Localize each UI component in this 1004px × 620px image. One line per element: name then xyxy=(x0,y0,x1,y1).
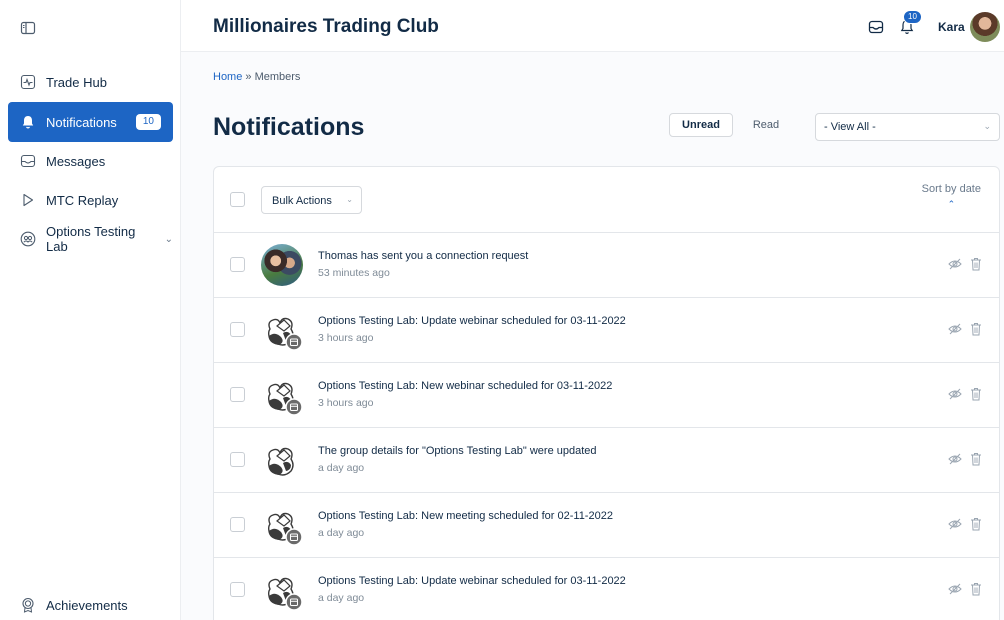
sidebar-item-label: Options Testing Lab xyxy=(46,224,136,254)
eye-slash-icon[interactable] xyxy=(948,582,962,596)
row-checkbox[interactable] xyxy=(230,322,245,337)
notification-time: 53 minutes ago xyxy=(318,267,390,279)
eye-slash-icon[interactable] xyxy=(948,257,962,271)
notification-time: 3 hours ago xyxy=(318,397,374,409)
row-checkbox[interactable] xyxy=(230,387,245,402)
sidebar: Trade Hub Notifications 10 Messages MTC … xyxy=(0,0,181,620)
trash-icon[interactable] xyxy=(970,387,982,401)
eye-slash-icon[interactable] xyxy=(948,452,962,466)
sidebar-item-label: Achievements xyxy=(46,597,128,613)
select-all-checkbox[interactable] xyxy=(230,192,245,207)
group-icon xyxy=(20,231,36,247)
row-checkbox[interactable] xyxy=(230,582,245,597)
play-icon xyxy=(20,192,36,208)
avatar[interactable] xyxy=(970,12,1000,42)
eye-slash-icon[interactable] xyxy=(948,517,962,531)
sort-by-date-button[interactable]: Sort by date ⌃ xyxy=(922,183,981,210)
breadcrumb-separator: » xyxy=(242,71,255,83)
notification-time: a day ago xyxy=(318,592,365,604)
inbox-icon[interactable] xyxy=(868,19,884,35)
breadcrumb: Home » Members xyxy=(213,71,300,83)
chevron-down-icon[interactable]: ⌄ xyxy=(165,234,173,245)
pulse-icon xyxy=(20,74,36,90)
view-filter-value: - View All - xyxy=(824,121,876,133)
sidebar-item-trade-hub[interactable]: Trade Hub xyxy=(8,62,173,102)
notification-badge: 10 xyxy=(903,10,922,24)
notification-time: 3 hours ago xyxy=(318,332,374,344)
award-icon xyxy=(20,597,36,613)
group-calendar-avatar-icon[interactable] xyxy=(261,504,303,546)
top-header: Millionaires Trading Club 10 Kara xyxy=(181,0,1004,52)
sidebar-item-label: Trade Hub xyxy=(46,74,107,90)
breadcrumb-home-link[interactable]: Home xyxy=(213,71,242,83)
read-filter-button[interactable]: Read xyxy=(740,113,792,137)
chevron-down-icon: ⌄ xyxy=(983,121,991,131)
notification-time: a day ago xyxy=(318,462,365,474)
notification-text[interactable]: Options Testing Lab: New webinar schedul… xyxy=(318,380,612,392)
sidebar-item-label: MTC Replay xyxy=(46,192,119,208)
sidebar-item-label: Notifications xyxy=(46,114,117,130)
site-title[interactable]: Millionaires Trading Club xyxy=(213,16,439,38)
trash-icon[interactable] xyxy=(970,257,982,271)
notification-row: Options Testing Lab: New meeting schedul… xyxy=(214,493,999,558)
eye-slash-icon[interactable] xyxy=(948,387,962,401)
trash-icon[interactable] xyxy=(970,322,982,336)
sort-label: Sort by date xyxy=(921,183,981,195)
sidebar-item-label: Messages xyxy=(46,153,106,169)
view-filter-select[interactable]: - View All - ⌄ xyxy=(815,113,1000,141)
eye-slash-icon[interactable] xyxy=(948,322,962,336)
bell-icon xyxy=(20,114,36,130)
row-checkbox[interactable] xyxy=(230,452,245,467)
notification-row: Options Testing Lab: Update webinar sche… xyxy=(214,298,999,363)
inbox-icon xyxy=(20,153,36,169)
sidebar-item-messages[interactable]: Messages xyxy=(8,141,173,181)
sidebar-item-mtc-replay[interactable]: MTC Replay xyxy=(8,180,173,220)
sidebar-item-notifications[interactable]: Notifications 10 xyxy=(8,102,173,142)
notification-time: a day ago xyxy=(318,527,365,539)
group-calendar-avatar-icon[interactable] xyxy=(261,569,303,611)
user-photo-avatar[interactable] xyxy=(261,244,303,286)
chevron-down-icon: ⌄ xyxy=(346,195,353,204)
sidebar-item-options-testing-lab[interactable]: Options Testing Lab ⌄ xyxy=(8,219,173,259)
notification-row: Options Testing Lab: Update webinar sche… xyxy=(214,558,999,620)
trash-icon[interactable] xyxy=(970,452,982,466)
notification-row: Thomas has sent you a connection request… xyxy=(214,233,999,298)
notifications-panel: Bulk Actions ⌄ Sort by date ⌃ Thomas has… xyxy=(213,166,1000,620)
group-calendar-avatar-icon[interactable] xyxy=(261,374,303,416)
notification-text[interactable]: Options Testing Lab: Update webinar sche… xyxy=(318,575,626,587)
bulk-actions-select[interactable]: Bulk Actions ⌄ xyxy=(261,186,362,214)
group-avatar-icon[interactable] xyxy=(261,439,303,481)
row-checkbox[interactable] xyxy=(230,257,245,272)
user-name[interactable]: Kara xyxy=(938,20,965,34)
chevron-up-icon: ⌃ xyxy=(947,199,956,209)
notification-text[interactable]: Options Testing Lab: New meeting schedul… xyxy=(318,510,613,522)
list-toolbar: Bulk Actions ⌄ Sort by date ⌃ xyxy=(214,167,999,233)
sidebar-item-achievements[interactable]: Achievements xyxy=(8,585,173,620)
trash-icon[interactable] xyxy=(970,582,982,596)
breadcrumb-current: Members xyxy=(254,71,301,83)
notification-text[interactable]: Options Testing Lab: Update webinar sche… xyxy=(318,315,626,327)
notification-count-badge: 10 xyxy=(135,114,161,130)
sidebar-toggle-icon[interactable] xyxy=(20,20,36,36)
notification-text[interactable]: Thomas has sent you a connection request xyxy=(318,250,528,262)
unread-filter-button[interactable]: Unread xyxy=(669,113,733,137)
group-calendar-avatar-icon[interactable] xyxy=(261,309,303,351)
trash-icon[interactable] xyxy=(970,517,982,531)
page-title: Notifications xyxy=(213,113,365,141)
notification-text[interactable]: The group details for "Options Testing L… xyxy=(318,445,597,457)
row-checkbox[interactable] xyxy=(230,517,245,532)
notification-row: Options Testing Lab: New webinar schedul… xyxy=(214,363,999,428)
bulk-actions-label: Bulk Actions xyxy=(272,195,332,207)
notification-row: The group details for "Options Testing L… xyxy=(214,428,999,493)
